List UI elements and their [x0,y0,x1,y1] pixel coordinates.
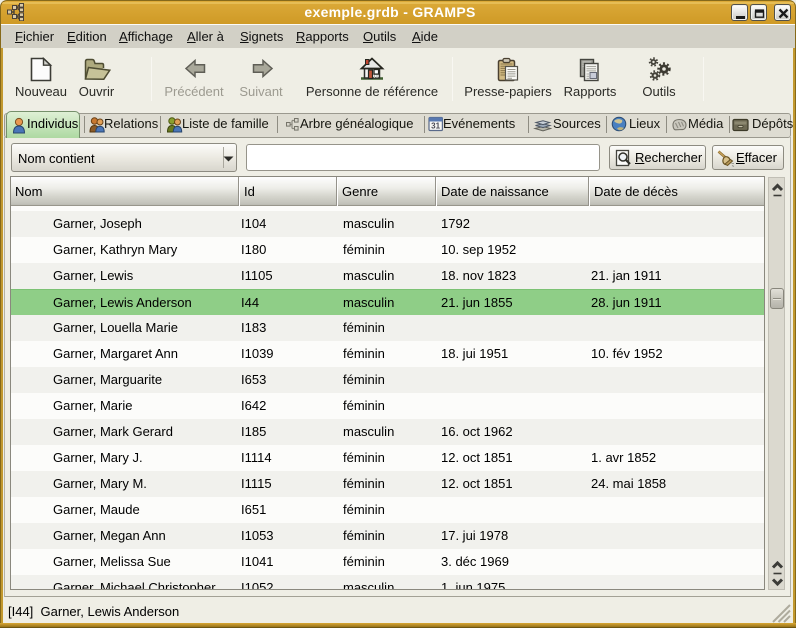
svg-text:31: 31 [431,122,440,131]
